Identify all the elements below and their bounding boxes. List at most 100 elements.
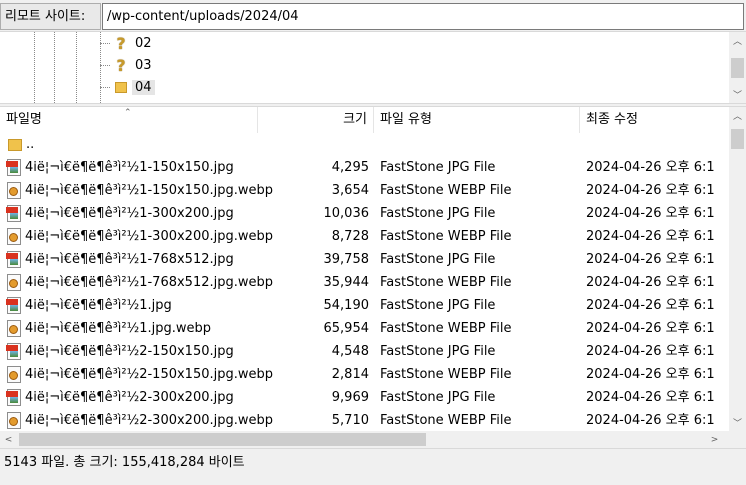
- file-name: 4ië¦¬ì€ë¶ë¶ê³ì²½2-300x200.jpg: [25, 390, 234, 405]
- file-size: 4,548: [331, 344, 369, 359]
- folder-icon: [112, 78, 130, 96]
- file-size: 54,190: [323, 298, 370, 313]
- file-list-header: 파일명 ⌃ 크기 파일 유형 최종 수정: [0, 107, 729, 133]
- tree-item-02[interactable]: ? 02: [100, 32, 155, 54]
- file-type: FastStone JPG File: [380, 252, 496, 267]
- horizontal-scroll-thumb[interactable]: [19, 433, 426, 446]
- file-type: FastStone WEBP File: [380, 413, 512, 428]
- parent-directory-row[interactable]: ..: [0, 133, 729, 156]
- file-name: 4ië¦¬ì€ë¶ë¶ê³ì²½1-768x512.jpg: [25, 252, 234, 267]
- scroll-left-icon[interactable]: <: [0, 431, 17, 448]
- file-row[interactable]: 4ië¦¬ì€ë¶ë¶ê³ì²½1-300x200.jpg 10,036 FastS…: [0, 202, 729, 225]
- file-modified: 2024-04-26 오후 6:1: [586, 321, 715, 336]
- file-name: ..: [26, 137, 35, 152]
- question-icon: ?: [116, 33, 126, 53]
- remote-path-bar: 리모트 사이트: /wp-content/uploads/2024/04: [0, 0, 746, 32]
- file-modified: 2024-04-26 오후 6:1: [586, 275, 715, 290]
- file-name: 4ië¦¬ì€ë¶ë¶ê³ì²½1.jpg: [25, 298, 172, 313]
- status-text: 5143 파일. 총 크기: 155,418,284 바이트: [4, 455, 245, 470]
- jpg-file-icon: [6, 296, 22, 315]
- file-list-scroll-thumb[interactable]: [731, 129, 744, 149]
- file-type: FastStone WEBP File: [380, 275, 512, 290]
- column-header-label: 파일명: [6, 112, 42, 127]
- file-modified: 2024-04-26 오후 6:1: [586, 390, 715, 405]
- tree-guide-line: [34, 32, 35, 103]
- webp-file-icon: [6, 365, 22, 384]
- file-size: 8,728: [331, 229, 369, 244]
- file-name: 4ië¦¬ì€ë¶ë¶ê³ì²½1-150x150.jpg: [25, 160, 234, 175]
- tree-item-label: 03: [135, 57, 152, 73]
- file-name: 4ië¦¬ì€ë¶ë¶ê³ì²½1.jpg.webp: [25, 321, 211, 336]
- file-type: FastStone WEBP File: [380, 321, 512, 336]
- remote-site-label: 리모트 사이트:: [0, 3, 101, 30]
- scroll-up-icon[interactable]: ︿: [729, 107, 746, 124]
- file-type: FastStone WEBP File: [380, 229, 512, 244]
- file-list-vertical-scrollbar[interactable]: ︿ ﹀: [729, 107, 746, 431]
- scroll-down-icon[interactable]: ﹀: [729, 414, 746, 431]
- file-size: 4,295: [331, 160, 369, 175]
- file-name: 4ië¦¬ì€ë¶ë¶ê³ì²½1-300x200.jpg: [25, 206, 234, 221]
- file-size: 2,814: [331, 367, 369, 382]
- sort-ascending-icon: ⌃: [124, 108, 132, 118]
- scroll-down-icon[interactable]: ﹀: [729, 86, 746, 103]
- column-header-name[interactable]: 파일명 ⌃: [0, 107, 258, 133]
- column-header-size[interactable]: 크기: [258, 107, 374, 133]
- file-row[interactable]: 4ië¦¬ì€ë¶ë¶ê³ì²½1.jpg.webp 65,954 FastSton…: [0, 317, 729, 340]
- file-size: 9,969: [331, 390, 369, 405]
- scrollbar-corner: [729, 431, 746, 448]
- jpg-file-icon: [6, 250, 22, 269]
- file-row[interactable]: 4ië¦¬ì€ë¶ë¶ê³ì²½2-150x150.jpg 4,548 FastSt…: [0, 340, 729, 363]
- file-name: 4ië¦¬ì€ë¶ë¶ê³ì²½1-768x512.jpg.webp: [25, 275, 274, 290]
- file-modified: 2024-04-26 오후 6:1: [586, 344, 715, 359]
- tree-guide-line: [54, 32, 55, 103]
- tree-item-04[interactable]: 04: [100, 76, 155, 98]
- file-name: 4ië¦¬ì€ë¶ë¶ê³ì²½1-150x150.jpg.webp: [25, 183, 274, 198]
- column-header-modified[interactable]: 최종 수정: [580, 107, 729, 133]
- column-header-type[interactable]: 파일 유형: [374, 107, 580, 133]
- status-bar: 5143 파일. 총 크기: 155,418,284 바이트: [0, 448, 746, 485]
- file-modified: 2024-04-26 오후 6:1: [586, 252, 715, 267]
- file-modified: 2024-04-26 오후 6:1: [586, 413, 715, 428]
- file-name: 4ië¦¬ì€ë¶ë¶ê³ì²½2-150x150.jpg: [25, 344, 234, 359]
- column-header-label: 최종 수정: [586, 112, 638, 127]
- tree-guide-line: [76, 32, 77, 103]
- tree-item-03[interactable]: ? 03: [100, 54, 155, 76]
- file-row[interactable]: 4ië¦¬ì€ë¶ë¶ê³ì²½2-150x150.jpg.webp 2,814 F…: [0, 363, 729, 386]
- file-modified: 2024-04-26 오후 6:1: [586, 229, 715, 244]
- question-icon: ?: [116, 55, 126, 75]
- file-list: .. 4ië¦¬ì€ë¶ë¶ê³ì²½1-150x150.jpg 4,295 Fas…: [0, 133, 729, 431]
- file-row[interactable]: 4ië¦¬ì€ë¶ë¶ê³ì²½1-768x512.jpg.webp 35,944…: [0, 271, 729, 294]
- tree-item-label: 04: [132, 79, 155, 95]
- file-name: 4ië¦¬ì€ë¶ë¶ê³ì²½2-150x150.jpg.webp: [25, 367, 274, 382]
- file-row[interactable]: 4ië¦¬ì€ë¶ë¶ê³ì²½1-150x150.jpg.webp 3,654 F…: [0, 179, 729, 202]
- file-modified: 2024-04-26 오후 6:1: [586, 206, 715, 221]
- scroll-up-icon[interactable]: ︿: [729, 32, 746, 49]
- file-size: 3,654: [331, 183, 369, 198]
- tree-vertical-scrollbar[interactable]: ︿ ﹀: [729, 32, 746, 103]
- file-row[interactable]: 4ië¦¬ì€ë¶ë¶ê³ì²½2-300x200.jpg 9,969 FastSt…: [0, 386, 729, 409]
- column-header-label: 파일 유형: [380, 112, 432, 127]
- file-type: FastStone JPG File: [380, 160, 496, 175]
- file-modified: 2024-04-26 오후 6:1: [586, 183, 715, 198]
- file-row[interactable]: 4ië¦¬ì€ë¶ë¶ê³ì²½1-768x512.jpg 39,758 FastS…: [0, 248, 729, 271]
- file-row[interactable]: 4ië¦¬ì€ë¶ë¶ê³ì²½1-150x150.jpg 4,295 FastSt…: [0, 156, 729, 179]
- remote-directory-tree: ? 02 ? 03 04: [0, 32, 746, 103]
- file-row[interactable]: 4ië¦¬ì€ë¶ë¶ê³ì²½1.jpg 54,190 FastStone JPG…: [0, 294, 729, 317]
- file-size: 10,036: [323, 206, 370, 221]
- file-size: 5,710: [331, 413, 369, 428]
- scroll-right-icon[interactable]: >: [706, 431, 723, 448]
- file-list-horizontal-scrollbar[interactable]: < >: [0, 431, 729, 448]
- tree-scroll-thumb[interactable]: [731, 58, 744, 78]
- file-type: FastStone JPG File: [380, 390, 496, 405]
- webp-file-icon: [6, 411, 22, 430]
- file-modified: 2024-04-26 오후 6:1: [586, 367, 715, 382]
- file-row[interactable]: 4ië¦¬ì€ë¶ë¶ê³ì²½1-300x200.jpg.webp 8,728 F…: [0, 225, 729, 248]
- file-type: FastStone JPG File: [380, 298, 496, 313]
- tree-item-label: 02: [135, 35, 152, 51]
- remote-path-input[interactable]: /wp-content/uploads/2024/04: [102, 3, 744, 30]
- file-size: 65,954: [323, 321, 370, 336]
- file-row[interactable]: 4ië¦¬ì€ë¶ë¶ê³ì²½2-300x200.jpg.webp 5,710 F…: [0, 409, 729, 431]
- file-type: FastStone JPG File: [380, 344, 496, 359]
- file-modified: 2024-04-26 오후 6:1: [586, 160, 715, 175]
- file-type: FastStone WEBP File: [380, 367, 512, 382]
